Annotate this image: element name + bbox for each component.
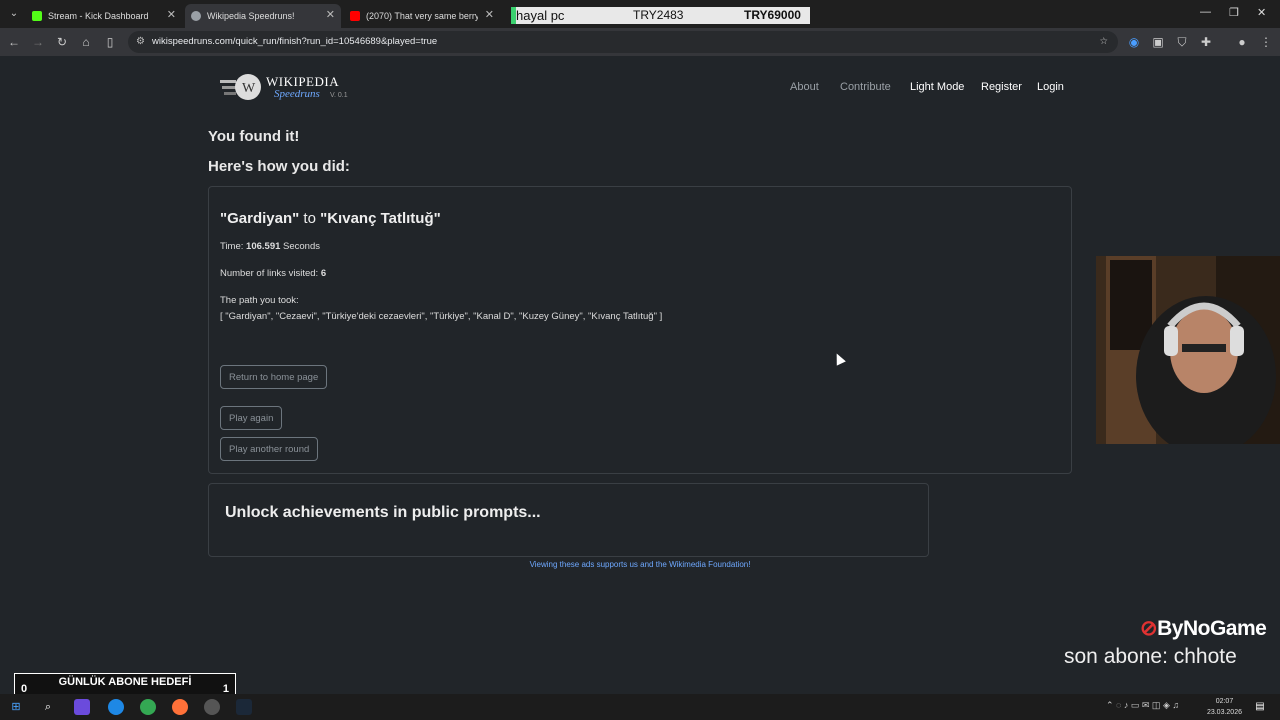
browser-tab-bar: ⌄ Stream - Kick Dashboard ✕ Wikipedia Sp… [0,0,1280,28]
bynogame-logo: ⊘ByNoGame [1140,617,1267,640]
tab-label: Stream - Kick Dashboard [48,11,149,21]
time-label: Time: [220,241,244,252]
nav-light-mode[interactable]: Light Mode [910,81,964,93]
links-line: Number of links visited: 6 [220,268,326,279]
close-tab-icon[interactable]: ✕ [167,8,176,21]
found-heading: You found it! [208,128,300,145]
time-value: 106.591 [246,241,281,252]
goal-label: GÜNLÜK ABONE HEDEFİ [58,676,192,688]
return-home-button[interactable]: Return to home page [220,365,328,389]
profile-icon[interactable]: ● [1234,34,1250,50]
chrome-icon[interactable] [140,699,156,715]
tab-youtube[interactable]: (2070) That very same berry sir ✕ [344,4,500,28]
minimize-icon[interactable]: — [1200,6,1211,18]
url-path: /quick_run/finish?run_id=10546689&played… [232,36,438,47]
tab-kick-dashboard[interactable]: Stream - Kick Dashboard ✕ [26,4,182,28]
bookmark-star-icon[interactable]: ☆ [1099,31,1108,53]
play-again-button[interactable]: Play again [220,406,283,430]
play-another-round-button[interactable]: Play another round [220,437,319,461]
last-subscriber-text: son abone: chhote [1064,645,1237,668]
webcam-overlay [1096,256,1280,444]
overlay-value-2: TRY69000 [744,8,801,22]
links-label: Number of links visited: [220,268,319,279]
tray-icons[interactable]: ⌃ ◌ ♪ ▭ ✉ ◫ ◈ ♫ [1106,700,1179,711]
clock-time: 02:07 [1215,698,1234,705]
streamer-webcam-image [1096,256,1280,444]
result-heading: Here's how you did: [208,158,350,175]
notification-icon[interactable]: ▤ [1252,699,1268,715]
promo-card: Unlock achievements in public prompts... [208,483,929,557]
close-tab-icon[interactable]: ✕ [326,8,335,21]
tab-label: (2070) That very same berry sir [366,11,478,21]
extension-icon[interactable]: ▣ [1150,34,1166,50]
donation-overlay: hayal pc TRY2483 TRY69000 [511,7,810,24]
back-icon[interactable]: ← [6,34,22,50]
path-label: The path you took: [220,295,299,306]
to-word: to [303,210,316,227]
links-value: 6 [320,268,327,279]
result-card: "Gardiyan" to "Kıvanç Tatlıtuğ" Time: 10… [208,186,1072,474]
app-icon-1[interactable] [74,699,90,715]
reload-icon[interactable]: ↻ [54,34,70,50]
nav-register[interactable]: Register [981,81,1022,93]
ad-support-note[interactable]: Viewing these ads supports us and the Wi… [0,560,1280,569]
clock-date: 23.03.2026 [1206,709,1242,716]
shield-icon[interactable]: ⛉ [1174,34,1190,50]
path-value: [ "Gardiyan", "Cezaevi", "Türkiye'deki c… [220,311,663,322]
page-content: W WIKIPEDIA Speedruns V. 0.1 About Contr… [0,56,1280,694]
overlay-value-1: TRY2483 [633,8,684,22]
logo-version: V. 0.1 [330,92,348,99]
menu-icon[interactable]: ⋮ [1258,34,1274,50]
browser-toolbar: ← → ↻ ⌂ ▯ ⚙ wikispeedruns.com/quick_run/… [0,28,1280,56]
run-title: "Gardiyan" to "Kıvanç Tatlıtuğ" [220,210,441,227]
kick-favicon-icon [32,11,42,21]
cast-icon[interactable]: ◉ [1126,34,1142,50]
puzzle-globe-icon: W [220,74,261,100]
windows-start-icon[interactable]: ⊞ [8,699,24,715]
forward-icon[interactable]: → [30,34,46,50]
site-logo[interactable]: W WIKIPEDIA Speedruns V. 0.1 [220,72,360,104]
overlay-name: hayal pc [516,8,565,23]
address-bar[interactable]: ⚙ wikispeedruns.com/quick_run/finish?run… [128,31,1118,53]
tab-wikipedia-speedruns[interactable]: Wikipedia Speedruns! ✕ [185,4,341,28]
steam-icon[interactable] [236,699,252,715]
end-article: "Kıvanç Tatlıtuğ" [320,210,441,227]
youtube-favicon-icon [350,11,360,21]
clock[interactable]: 02:07 23.03.2026 [1207,696,1242,718]
site-info-icon[interactable]: ⚙ [136,31,145,53]
close-tab-icon[interactable]: ✕ [485,8,494,21]
tab-label: Wikipedia Speedruns! [207,11,295,21]
puzzle-icon[interactable]: ✚ [1198,34,1214,50]
close-window-icon[interactable]: ✕ [1257,6,1266,19]
svg-text:W: W [242,81,256,96]
windows-taskbar: ⊞ ⌕ ⌃ ◌ ♪ ▭ ✉ ◫ ◈ ♫ 02:07 23.03.2026 ▤ [0,694,1280,720]
globe-favicon-icon [191,11,201,21]
nav-contribute[interactable]: Contribute [840,81,891,93]
url-host: wikispeedruns.com [152,36,233,47]
tab-search-icon[interactable]: ⌄ [6,6,22,22]
obs-icon[interactable] [204,699,220,715]
firefox-icon[interactable] [172,699,188,715]
logo-subtitle: Speedruns [274,88,320,100]
split-view-icon[interactable]: ▯ [102,34,118,50]
maximize-icon[interactable]: ❐ [1229,6,1239,19]
home-icon[interactable]: ⌂ [78,34,94,50]
search-icon[interactable]: ⌕ [40,699,56,715]
nav-login[interactable]: Login [1037,81,1064,93]
time-unit: Seconds [283,241,321,252]
start-article: "Gardiyan" [220,210,300,227]
brand-text: ByNoGame [1157,617,1267,640]
promo-title: Unlock achievements in public prompts... [225,504,541,521]
app-icon-2[interactable] [108,699,124,715]
time-line: Time: 106.591 Seconds [220,241,320,252]
nav-about[interactable]: About [790,81,819,93]
